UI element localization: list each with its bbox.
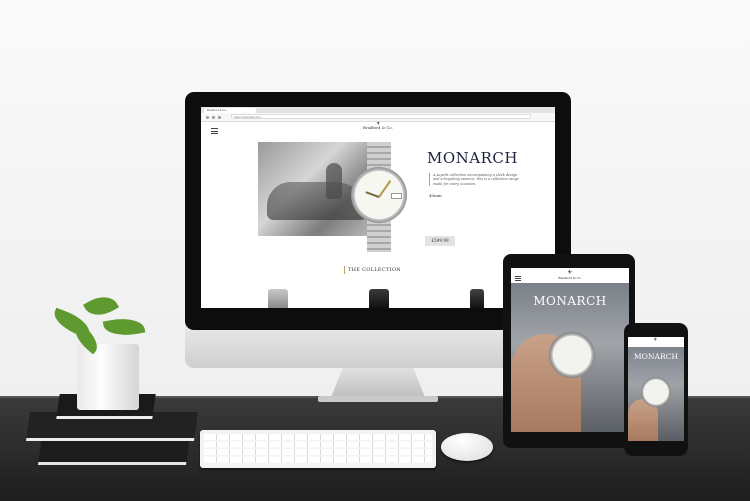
forward-icon[interactable]	[212, 116, 215, 119]
back-icon[interactable]	[206, 116, 209, 119]
keyboard	[200, 430, 436, 468]
address-bar[interactable]: https://example.com	[231, 114, 531, 119]
hero-photo-person	[326, 163, 342, 199]
hero-title: MONARCH	[427, 149, 518, 167]
hamburger-menu-icon[interactable]	[515, 276, 521, 281]
mouse	[441, 433, 493, 461]
watch-image[interactable]	[641, 377, 671, 407]
collection-item[interactable]	[268, 289, 288, 308]
collection-item[interactable]	[369, 289, 389, 308]
plant-pot	[77, 344, 139, 410]
phone-screen: MONARCH ⚜	[628, 337, 684, 441]
watch-date-window	[391, 193, 402, 199]
collection-item[interactable]	[470, 289, 484, 308]
tablet-screen: MONARCH ⚜ Bradford & Co.	[511, 268, 629, 432]
watch-image[interactable]	[549, 332, 595, 378]
hero-description: A superb collection encompassing a sleek…	[429, 173, 521, 187]
price-button[interactable]: £599.99	[425, 236, 455, 246]
imac-stand	[330, 366, 426, 400]
size-label: 40mm	[429, 193, 442, 198]
tablet-hero-title: MONARCH	[533, 294, 607, 308]
phone-hero-title: MONARCH	[633, 352, 679, 361]
reload-icon[interactable]	[218, 116, 221, 119]
desktop-screen: Bradford & Co. https://example.com ⚜ Bra…	[201, 107, 555, 308]
section-heading: THE COLLECTION	[344, 266, 401, 274]
brand-crest-icon: ⚜	[653, 337, 658, 343]
site-brand[interactable]: Bradford & Co.	[351, 126, 405, 130]
hamburger-menu-icon[interactable]	[211, 128, 218, 134]
tablet-brand[interactable]: Bradford & Co.	[545, 276, 595, 280]
imac-base	[318, 396, 438, 402]
keyboard-keys	[204, 434, 432, 464]
